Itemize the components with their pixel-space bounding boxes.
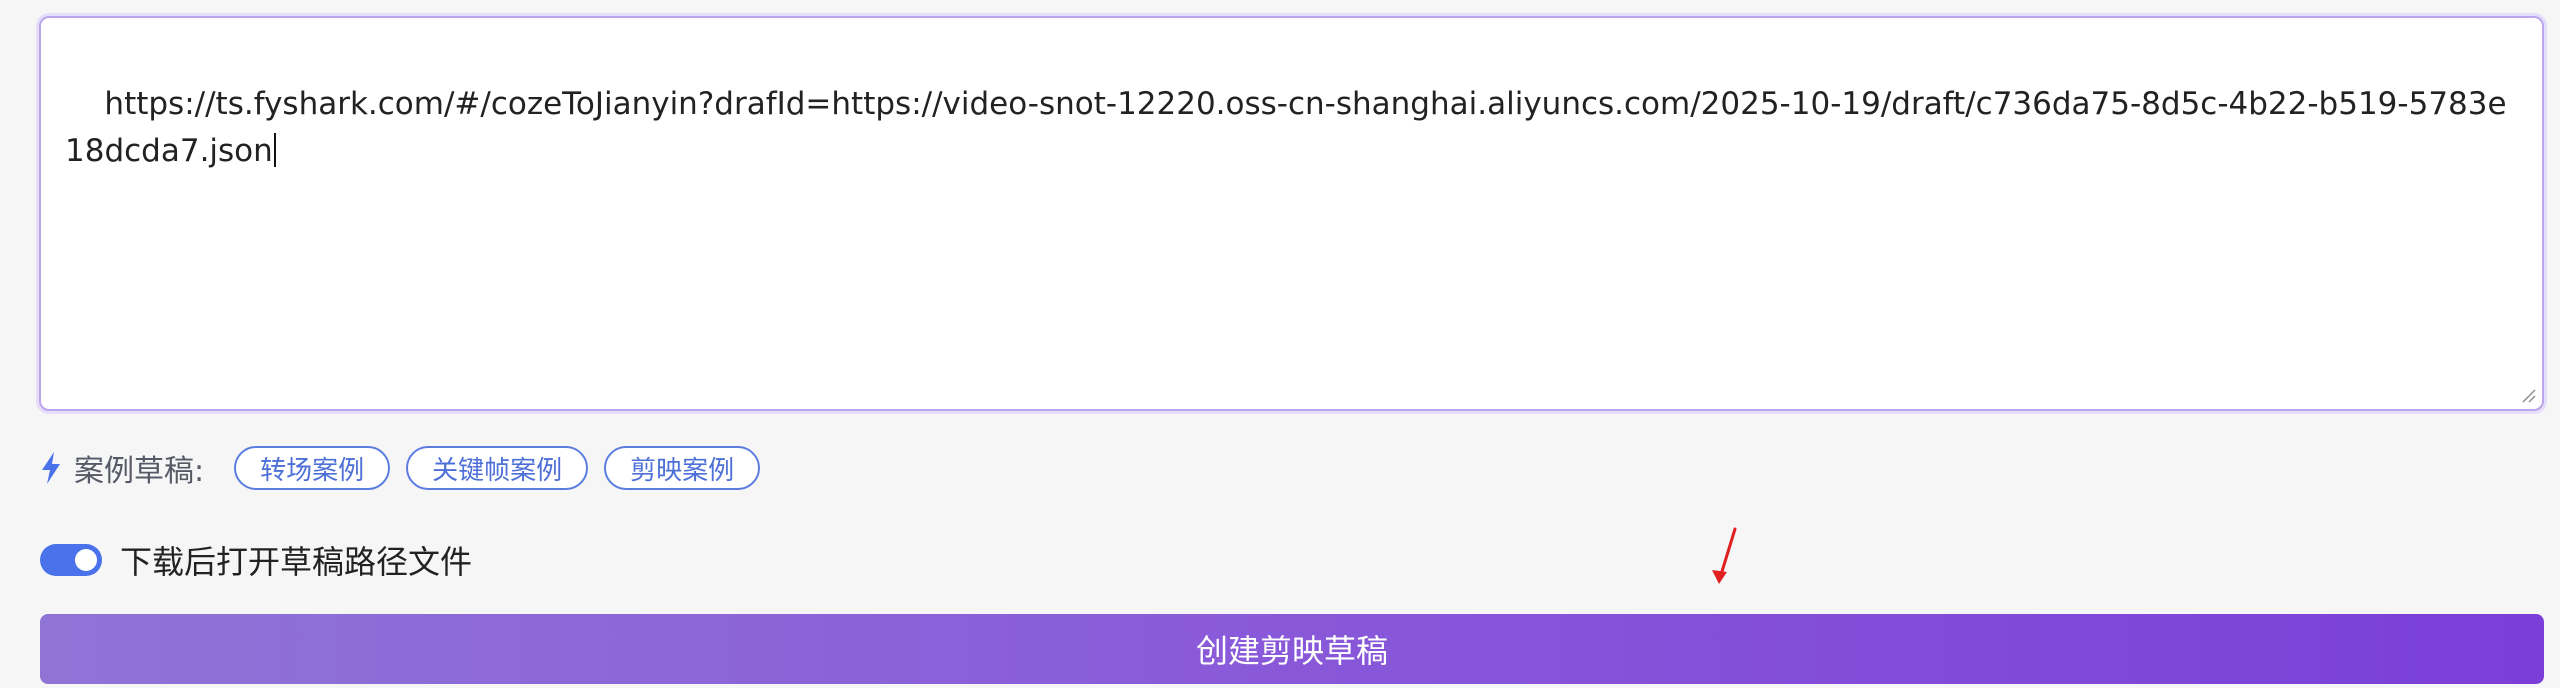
open-after-download-row: 下载后打开草稿路径文件 (40, 535, 472, 585)
draft-url-text: https://ts.fyshark.com/#/cozeToJianyin?d… (65, 86, 2507, 169)
red-arrow-annotation-icon (1712, 527, 1737, 584)
page: https://ts.fyshark.com/#/cozeToJianyin?d… (0, 0, 2560, 688)
toggle-knob (75, 549, 97, 571)
draft-url-textarea[interactable]: https://ts.fyshark.com/#/cozeToJianyin?d… (39, 16, 2544, 411)
example-chip-jianying[interactable]: 剪映案例 (604, 446, 761, 490)
open-after-download-label: 下载后打开草稿路径文件 (120, 543, 473, 581)
lightning-bolt-icon (40, 451, 62, 485)
create-jianying-draft-button[interactable]: 创建剪映草稿 (40, 614, 2544, 684)
text-caret (273, 133, 276, 167)
example-chip-keyframe[interactable]: 关键帧案例 (406, 446, 589, 490)
example-chip-transition[interactable]: 转场案例 (234, 446, 391, 490)
example-drafts-row: 案例草稿: 转场案例 关键帧案例 剪映案例 (40, 444, 776, 492)
open-after-download-toggle[interactable] (40, 544, 102, 576)
resize-handle-icon[interactable] (2520, 387, 2536, 403)
example-drafts-label: 案例草稿: (74, 454, 205, 489)
